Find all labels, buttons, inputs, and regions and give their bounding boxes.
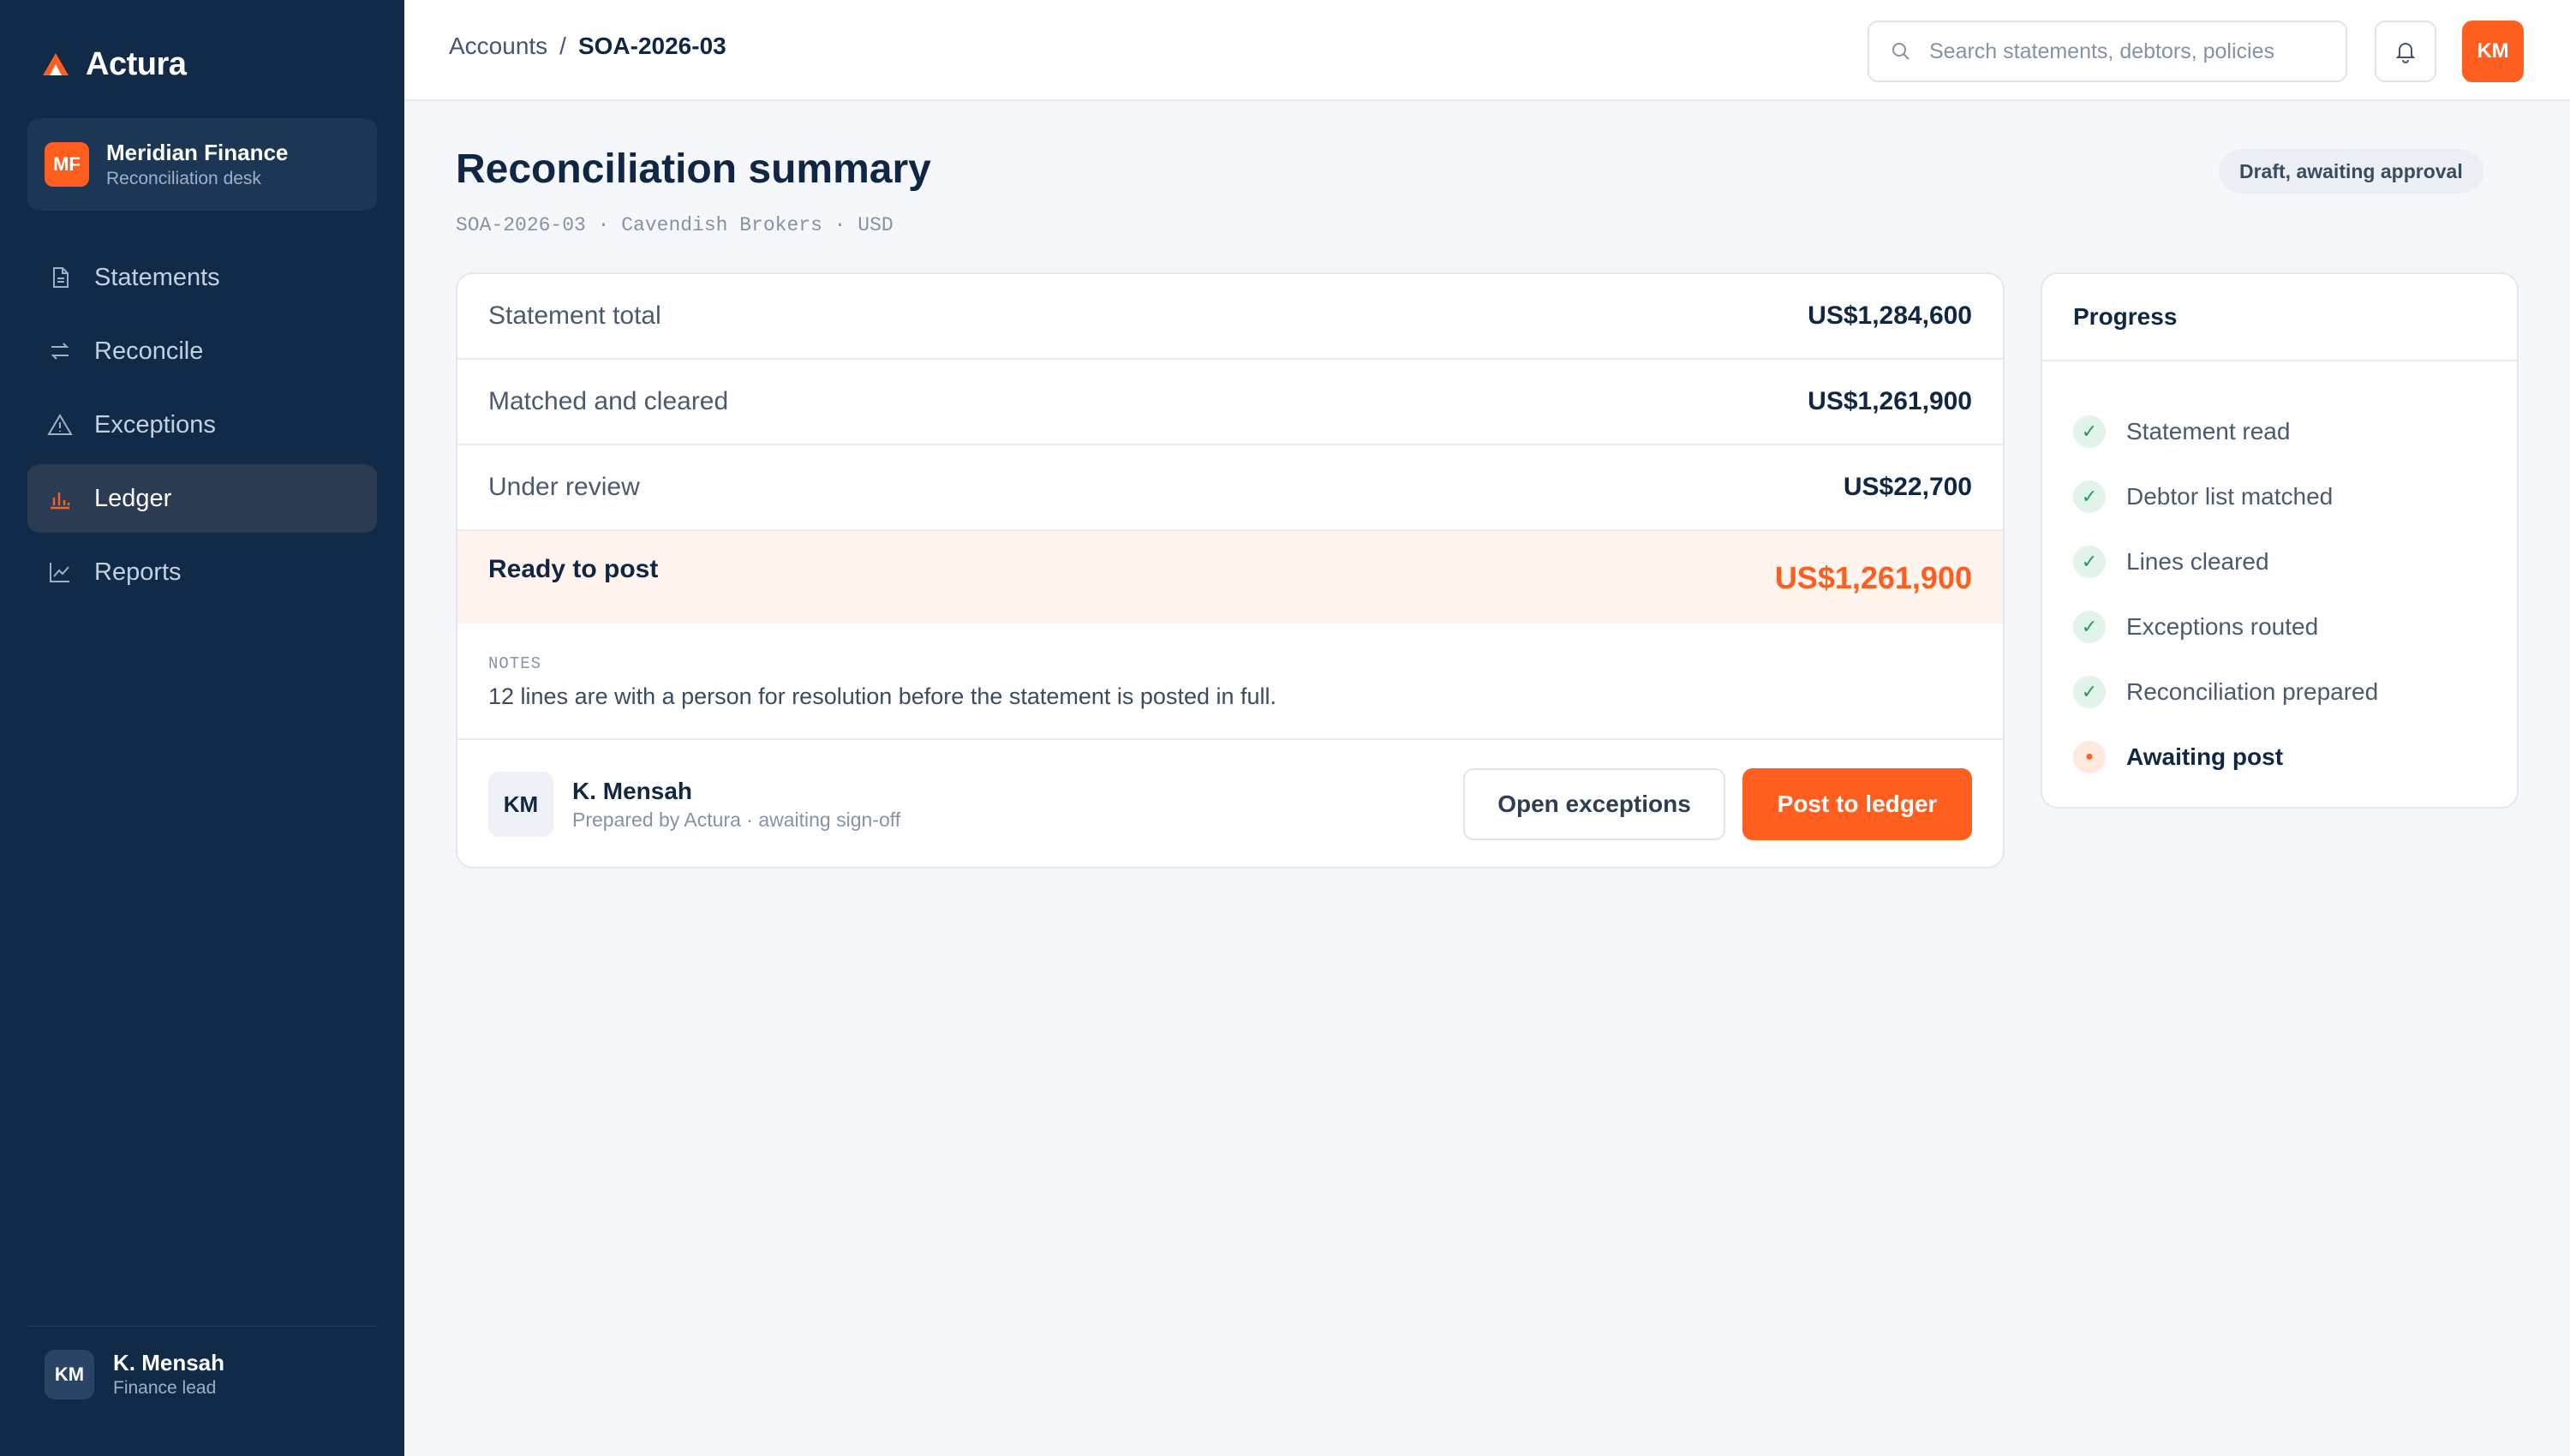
check-icon: ✓ [2073,415,2106,448]
sidebar-item-reports[interactable]: Reports [27,538,377,606]
notes-section: NOTES 12 lines are with a person for res… [457,624,2003,740]
sidebar-item-exceptions[interactable]: Exceptions [27,391,377,459]
warning-triangle-icon [46,411,74,439]
breadcrumb: Accounts / SOA-2026-03 [449,33,726,60]
reconciliation-summary-card: Statement total US$1,284,600 Matched and… [456,272,2005,868]
check-icon: ✓ [2073,546,2106,578]
progress-step-current: ● Awaiting post [2073,725,2486,790]
bell-icon [2395,43,2416,63]
check-icon: ✓ [2073,611,2106,643]
bar-chart-icon [46,485,74,512]
sidebar-item-statements[interactable]: Statements [27,243,377,312]
preparer-avatar: KM [488,772,553,837]
preparer-name: K. Mensah [572,778,693,804]
sidebar-item-label: Reconcile [94,337,204,365]
summary-row-ready-to-post: Ready to post US$1,261,900 [457,531,2003,624]
row-value: US$1,261,900 [1808,387,1972,415]
line-chart-icon [46,558,74,586]
actura-logo-icon [43,53,69,75]
open-exceptions-button[interactable]: Open exceptions [1463,768,1725,840]
brand-name: Actura [86,45,187,82]
search-placeholder: Search statements, debtors, policies [1929,39,2274,63]
search-icon [1892,43,1910,60]
sidebar-user[interactable]: KM K. Mensah Finance lead [27,1326,377,1400]
progress-steps: ✓ Statement read ✓ Debtor list matched ✓… [2042,361,2517,790]
step-label: Statement read [2126,418,2291,445]
avatar: KM [45,1350,94,1399]
step-label: Exceptions routed [2126,613,2319,640]
org-switcher[interactable]: MF Meridian Finance Reconciliation desk [27,118,377,211]
user-menu-avatar[interactable]: KM [2462,21,2524,82]
progress-title: Progress [2042,274,2517,361]
swap-arrows-icon [46,337,74,365]
row-label: Matched and cleared [488,387,729,415]
step-label: Lines cleared [2126,548,2269,575]
progress-step: ✓ Exceptions routed [2073,594,2486,659]
notes-label: NOTES [488,654,542,673]
row-label: Ready to post [488,555,659,583]
statement-meta: SOA-2026-03 · Cavendish Brokers · USD [456,214,894,236]
sidebar-user-role: Finance lead [113,1378,217,1398]
sidebar-item-label: Exceptions [94,410,216,439]
sidebar-item-reconcile[interactable]: Reconcile [27,317,377,385]
progress-step: ✓ Reconciliation prepared [2073,659,2486,725]
org-subtitle: Reconciliation desk [106,169,261,188]
current-dot-icon: ● [2073,741,2106,773]
org-name: Meridian Finance [106,140,289,165]
notifications-button[interactable] [2375,21,2436,82]
breadcrumb-current: SOA-2026-03 [577,33,726,59]
breadcrumb-separator: / [559,33,566,59]
notes-text: 12 lines are with a person for resolutio… [488,683,1277,709]
card-footer: KM K. Mensah Prepared by Actura · awaiti… [457,740,2003,867]
row-value: US$22,700 [1843,473,1972,501]
row-value: US$1,284,600 [1808,301,1972,330]
summary-row-statement-total: Statement total US$1,284,600 [457,274,2003,360]
ready-to-post-amount: US$1,261,900 [1774,560,1972,595]
search-input[interactable]: Search statements, debtors, policies [1868,21,2347,82]
summary-row-under-review: Under review US$22,700 [457,445,2003,531]
sidebar-item-label: Statements [94,263,220,291]
post-to-ledger-button[interactable]: Post to ledger [1742,768,1972,840]
summary-row-matched: Matched and cleared US$1,261,900 [457,360,2003,445]
status-badge: Draft, awaiting approval [2219,149,2483,194]
breadcrumb-accounts-link[interactable]: Accounts [449,33,547,60]
sidebar: Actura MF Meridian Finance Reconciliatio… [0,0,404,1456]
step-label: Reconciliation prepared [2126,678,2379,705]
org-badge: MF [45,142,89,187]
row-label: Statement total [488,301,661,330]
progress-step: ✓ Lines cleared [2073,529,2486,594]
sidebar-item-label: Ledger [94,484,172,512]
sidebar-item-label: Reports [94,558,182,586]
check-icon: ✓ [2073,480,2106,513]
sidebar-item-ledger[interactable]: Ledger [27,464,377,533]
progress-step: ✓ Statement read [2073,399,2486,464]
brand[interactable]: Actura [41,43,187,86]
step-label: Debtor list matched [2126,483,2334,510]
row-label: Under review [488,473,640,501]
preparer-subtitle: Prepared by Actura · awaiting sign-off [572,809,901,831]
topbar: Accounts / SOA-2026-03 Search statements… [404,0,2570,101]
progress-step: ✓ Debtor list matched [2073,464,2486,529]
page-title: Reconciliation summary [456,146,931,192]
step-label: Awaiting post [2126,743,2284,770]
document-icon [46,264,74,291]
sidebar-user-name: K. Mensah [113,1350,225,1375]
sidebar-nav: Statements Reconcile Exceptions Ledger R… [27,243,377,612]
progress-card: Progress ✓ Statement read ✓ Debtor list … [2041,272,2519,809]
check-icon: ✓ [2073,676,2106,708]
